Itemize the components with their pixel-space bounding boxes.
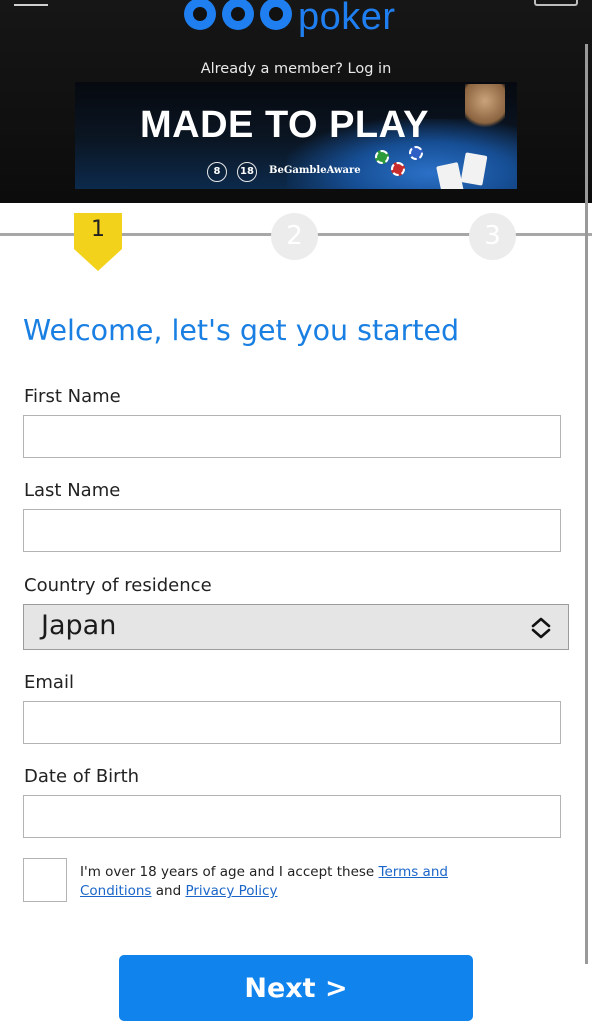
dob-label: Date of Birth (24, 766, 140, 787)
begambleaware-logo: BeGambleAware (269, 165, 361, 176)
page-title: Welcome, let's get you started (23, 314, 460, 347)
step-1-marker: 1 (74, 213, 122, 271)
step-3-circle: 3 (469, 213, 516, 260)
scrollbar[interactable] (585, 44, 588, 964)
888poker-logo[interactable]: poker (180, 0, 420, 42)
consent-text-middle: and (151, 883, 186, 899)
888-logo-icon (184, 0, 292, 30)
age-consent-checkbox[interactable] (23, 858, 67, 902)
account-icon[interactable] (534, 0, 578, 6)
banner-title: MADE TO PLAY (140, 104, 429, 146)
first-name-input[interactable] (23, 415, 561, 458)
menu-icon[interactable] (14, 0, 48, 6)
site-header: poker Already a member? Log in MADE TO P… (0, 0, 592, 203)
last-name-label: Last Name (24, 480, 121, 501)
age-18-badge: 18 (237, 162, 257, 182)
logo-text: poker (298, 0, 396, 38)
step-1-number: 1 (91, 217, 105, 242)
chevron-up-down-icon (531, 617, 551, 639)
promo-banner[interactable]: MADE TO PLAY 8 18 BeGambleAware (75, 82, 517, 189)
privacy-link[interactable]: Privacy Policy (185, 883, 277, 899)
country-label: Country of residence (24, 575, 212, 596)
last-name-input[interactable] (23, 509, 561, 552)
consent-text-before: I'm over 18 years of age and I accept th… (80, 864, 379, 880)
country-select[interactable]: Japan (23, 604, 569, 650)
age-8-badge: 8 (207, 162, 227, 182)
dob-input[interactable] (23, 795, 561, 838)
first-name-label: First Name (24, 386, 121, 407)
step-2-circle: 2 (271, 213, 318, 260)
login-link[interactable]: Already a member? Log in (0, 61, 592, 77)
email-label: Email (24, 672, 74, 693)
consent-text: I'm over 18 years of age and I accept th… (80, 863, 500, 901)
email-input[interactable] (23, 701, 561, 744)
next-button[interactable]: Next > (119, 955, 473, 1021)
mascot-image (465, 84, 505, 132)
country-selected-value: Japan (41, 610, 117, 641)
